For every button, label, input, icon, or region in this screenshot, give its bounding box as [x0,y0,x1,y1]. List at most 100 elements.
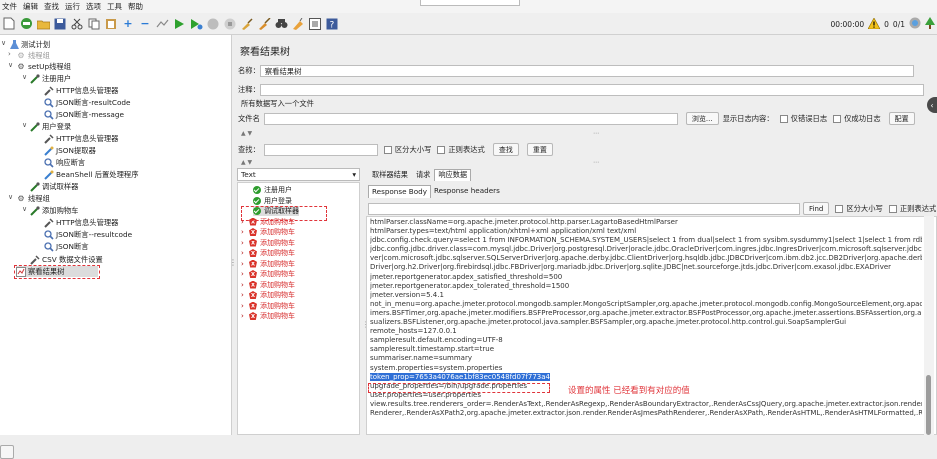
splitter-grip[interactable]: ⋮ [229,258,237,267]
filename-input[interactable] [263,112,678,125]
response-case-checkbox[interactable] [835,204,844,213]
shutdown-icon[interactable] [223,17,237,31]
paste-icon[interactable] [104,17,118,31]
result-item[interactable]: 注册用户 [253,185,292,195]
panel-handle[interactable] [0,445,14,459]
result-item[interactable]: › 添加购物车 [241,280,295,290]
result-item[interactable]: › 添加购物车 [241,238,295,248]
menu-run[interactable]: 运行 [65,1,80,12]
menu-file[interactable]: 文件 [2,1,17,12]
tree-node-debug-sampler[interactable]: 调试取样器 [30,181,78,192]
tab-response-body[interactable]: Response Body [368,185,431,198]
tree-node-http-header[interactable]: HTTP信息头管理器 [44,85,118,96]
response-search-input[interactable] [368,202,800,215]
tab-response-headers[interactable]: Response headers [431,185,503,198]
tree-node-setup-thread-group[interactable]: ⚙ setUp线程组 [16,61,71,72]
renderer-select[interactable]: Text ▾ [237,168,360,181]
reset-search-icon[interactable] [291,17,305,31]
case-sensitive-checkbox[interactable] [383,145,392,154]
new-file-icon[interactable] [2,17,16,31]
templates-icon[interactable] [19,17,33,31]
splitter-grip[interactable]: ⋯ [593,130,599,137]
tree-node-response-assert[interactable]: 响应断言 [44,157,85,168]
result-item[interactable]: › 添加购物车 [241,269,295,279]
splitter-arrows[interactable]: ▲ ▼ [241,130,252,137]
regex-checkbox[interactable] [437,145,446,154]
toggle-icon[interactable] [155,17,169,31]
tree-node-json-assert[interactable]: JSON断言--resultcode [44,229,132,240]
browse-button[interactable]: 浏览... [685,112,719,125]
chevron-right-icon[interactable]: › [241,302,249,310]
menu-help[interactable]: 帮助 [128,1,143,12]
menu-options[interactable]: 选项 [86,1,101,12]
tab-response-data[interactable]: 响应数据 [434,169,472,181]
tree-node-http-header[interactable]: HTTP信息头管理器 [44,133,118,144]
tree-node-csv[interactable]: CSV 数据文件设置 [30,254,103,265]
chevron-right-icon[interactable]: › [241,312,249,320]
result-item[interactable]: › 添加购物车 [241,311,295,321]
tree-toggle[interactable]: ∨ [1,39,6,47]
cut-icon[interactable] [70,17,84,31]
result-item[interactable]: › 添加购物车 [241,227,295,237]
chevron-right-icon[interactable]: › [241,228,249,236]
search-binoculars-icon[interactable] [274,17,288,31]
response-find-button[interactable]: Find [803,202,830,215]
help-icon[interactable]: ? [325,17,339,31]
tree-node-login[interactable]: 用户登录 [30,121,71,132]
success-only-checkbox[interactable] [833,114,842,123]
tree-node-add-cart[interactable]: 添加购物车 [30,205,78,216]
tree-node-json-extractor[interactable]: JSON提取器 [44,145,96,156]
chevron-right-icon[interactable]: › [241,239,249,247]
save-icon[interactable] [53,17,67,31]
reset-button[interactable]: 重置 [526,143,553,156]
chevron-right-icon[interactable]: › [241,249,249,257]
start-icon[interactable] [172,17,186,31]
comment-input[interactable] [259,84,924,96]
search-input[interactable] [263,143,378,156]
stop-icon[interactable] [206,17,220,31]
warning-icon[interactable] [867,16,881,31]
tree-node-json-assert[interactable]: JSON断言-message [44,109,124,120]
configure-button[interactable]: 配置 [888,112,915,125]
tree-toggle[interactable]: ∨ [22,73,27,81]
tree-node-http-header[interactable]: HTTP信息头管理器 [44,217,118,228]
tree-node-test-plan[interactable]: 测试计划 [9,39,50,50]
function-helper-icon[interactable] [308,17,322,31]
tree-icon[interactable] [925,17,935,31]
chevron-right-icon[interactable]: › [241,291,249,299]
result-item[interactable]: › 添加购物车 [241,290,295,300]
tree-toggle[interactable]: ∨ [22,121,27,129]
start-no-pause-icon[interactable] [189,17,203,31]
splitter-arrows[interactable]: ▲ ▼ [241,159,252,166]
tree-node-json-assert[interactable]: JSON断言 [44,241,89,252]
chevron-right-icon[interactable]: › [241,260,249,268]
tab-sampler-result[interactable]: 取样器结果 [368,169,412,181]
response-scroll-thumb[interactable] [926,375,931,435]
name-input[interactable]: 察看结果树 [259,65,914,77]
tree-node-json-assert[interactable]: JSON断言-resultCode [44,97,131,108]
clear-icon[interactable] [240,17,254,31]
clear-all-icon[interactable] [257,17,271,31]
result-item[interactable]: › 添加购物车 [241,259,295,269]
tree-toggle[interactable]: ∨ [8,193,13,201]
menu-search[interactable]: 查找 [44,1,59,12]
menu-tools[interactable]: 工具 [107,1,122,12]
splitter-grip[interactable]: ⋯ [593,159,599,166]
tree-toggle[interactable]: ∨ [8,61,13,69]
tab-request[interactable]: 请求 [412,169,434,181]
response-regex-checkbox[interactable] [888,204,897,213]
tree-node-beanshell[interactable]: BeanShell 后置处理程序 [44,169,139,180]
expand-icon[interactable]: + [121,17,135,31]
chevron-right-icon[interactable]: › [241,281,249,289]
remote-icon[interactable] [909,17,921,31]
errors-only-checkbox[interactable] [779,114,788,123]
result-item[interactable]: › 添加购物车 [241,301,295,311]
find-button[interactable]: 查找 [492,143,519,156]
chevron-right-icon[interactable]: › [241,270,249,278]
copy-icon[interactable] [87,17,101,31]
tree-node-thread-group[interactable]: ⚙ 线程组 [16,193,49,204]
tree-toggle[interactable]: ∨ [22,205,27,213]
menu-edit[interactable]: 编辑 [23,1,38,12]
tree-node-thread-group-disabled[interactable]: ⚙ 线程组 [16,50,49,61]
result-item[interactable]: › 添加购物车 [241,248,295,258]
